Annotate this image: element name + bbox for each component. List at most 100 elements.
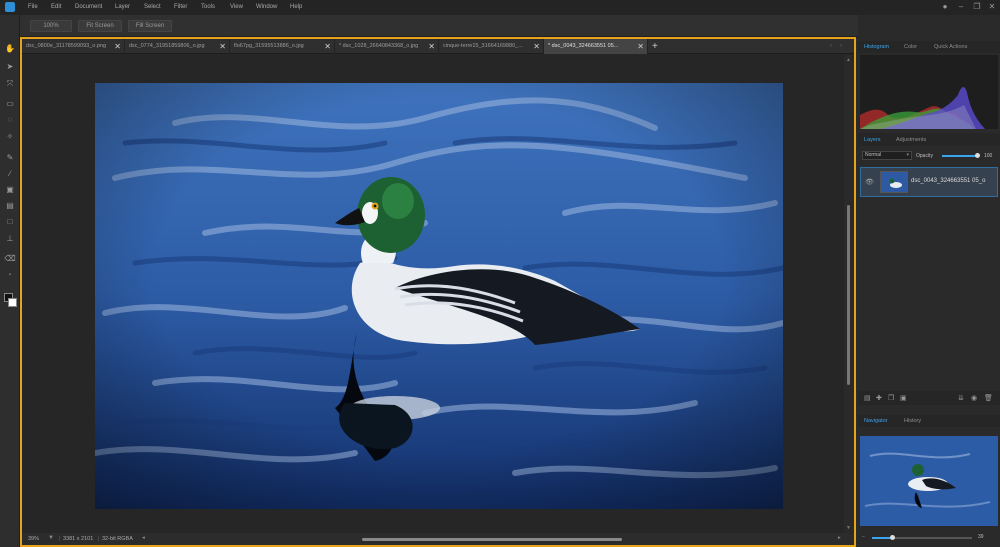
chevron-down-icon: ▾ xyxy=(906,152,909,158)
vertical-scroll-thumb[interactable] xyxy=(847,205,850,385)
opacity-slider[interactable] xyxy=(942,153,980,158)
navigator-zoom-slider[interactable] xyxy=(872,535,972,540)
menu-tools[interactable]: Tools xyxy=(201,4,215,10)
layer-name: dsc_0043_324663551 05_o xyxy=(911,178,986,184)
status-zoom[interactable]: 39% xyxy=(28,536,39,542)
tab-navigator[interactable]: Navigator xyxy=(864,415,888,427)
tab-color[interactable]: Color xyxy=(904,41,917,53)
close-tab-icon[interactable]: ✕ xyxy=(219,39,226,54)
histogram-chart xyxy=(860,55,998,129)
doc-tab[interactable]: * dsc_1028_26640843368_o.jpg ✕ xyxy=(335,39,439,54)
scroll-left-icon[interactable]: ◂ xyxy=(142,535,145,541)
menu-filter[interactable]: Filter xyxy=(174,4,187,10)
opacity-slider-fill xyxy=(942,155,978,157)
tab-history[interactable]: History xyxy=(904,415,921,427)
document-image[interactable] xyxy=(95,83,783,509)
histogram-graph xyxy=(860,86,985,129)
tools-panel: ✋ ➤ ⤧ ▭ ◌ ✧ ✎ ∕ ▣ ▤ □ ⊥ ⌫ ꞏ xyxy=(0,15,20,547)
fill-screen-button[interactable]: Fill Screen xyxy=(128,20,172,32)
layers-action-bar: ▤ ✚ ❐ ▣ ⇊ ◉ 🗑 xyxy=(858,391,1000,405)
restore-icon[interactable]: ❐ xyxy=(972,2,982,12)
scroll-up-icon[interactable]: ▲ xyxy=(846,57,851,63)
tab-quick-actions[interactable]: Quick Actions xyxy=(934,41,967,53)
canvas-area[interactable] xyxy=(22,55,844,533)
menu-file[interactable]: File xyxy=(28,4,38,10)
merge-icon[interactable]: ⇊ xyxy=(958,394,964,402)
new-group-icon[interactable]: ▤ xyxy=(864,394,871,402)
doc-tab[interactable]: dsc_0774_31951859806_o.jpg ✕ xyxy=(125,39,230,54)
doc-tab-label: dsc_0800e_31178599093_o.png xyxy=(26,43,107,49)
lock-icon[interactable]: ◉ xyxy=(971,394,977,402)
menu-edit[interactable]: Edit xyxy=(51,4,61,10)
app-logo-icon[interactable] xyxy=(5,2,15,12)
zoom-100-button[interactable]: 100% xyxy=(30,20,72,32)
hand-tool-icon[interactable]: ✋ xyxy=(4,43,16,55)
doc-tab-label: dsc_0774_31951859806_o.jpg xyxy=(129,43,205,49)
zoom-dropdown-icon[interactable]: ▼ xyxy=(48,535,54,541)
navigator-tabs: Navigator History xyxy=(858,415,1000,427)
opacity-slider-knob[interactable] xyxy=(975,153,980,158)
doc-tab-active[interactable]: * dsc_0043_324663551 05... ✕ xyxy=(544,39,648,54)
minimize-icon[interactable]: – xyxy=(956,2,966,12)
duplicate-layer-icon[interactable]: ❐ xyxy=(888,394,894,402)
zoom-out-icon[interactable]: – xyxy=(862,534,865,540)
close-tab-icon[interactable]: ✕ xyxy=(324,39,331,54)
layer-row[interactable]: 👁 dsc_0043_324663551 05_o xyxy=(860,167,998,197)
menu-select[interactable]: Select xyxy=(144,4,161,10)
close-tab-icon[interactable]: ✕ xyxy=(114,39,121,54)
transform-tool-icon[interactable]: ⤧ xyxy=(4,78,16,90)
scroll-right-icon[interactable]: ▸ xyxy=(838,535,841,541)
doc-tab[interactable]: flo67pg_31595513886_o.jpg ✕ xyxy=(230,39,335,54)
doc-tab-label: * dsc_0043_324663551 05... xyxy=(548,43,619,49)
right-panel: Histogram Color Quick Actions R G B L La… xyxy=(858,15,1000,547)
text-tool-icon[interactable]: ꞏ xyxy=(4,269,16,281)
account-icon[interactable]: ● xyxy=(940,2,950,12)
magic-wand-tool-icon[interactable]: ✧ xyxy=(4,131,16,143)
fit-screen-button[interactable]: Fit Screen xyxy=(78,20,122,32)
fill-tool-icon[interactable]: ▣ xyxy=(4,184,16,196)
marquee-tool-icon[interactable]: ▭ xyxy=(4,98,16,110)
close-window-icon[interactable]: ✕ xyxy=(987,2,997,12)
tab-scroll-left-icon[interactable]: ‹ xyxy=(830,39,832,54)
move-tool-icon[interactable]: ➤ xyxy=(4,61,16,73)
navigator-zoom-value[interactable]: 39 xyxy=(978,534,984,540)
shape-tool-icon[interactable]: □ xyxy=(4,216,16,228)
doc-tab[interactable]: dsc_0800e_31178599093_o.png ✕ xyxy=(22,39,125,54)
brush-tool-icon[interactable]: ∕ xyxy=(4,168,16,180)
clone-stamp-tool-icon[interactable]: ⊥ xyxy=(4,233,16,245)
doc-tab-label: * dsc_1028_26640843368_o.jpg xyxy=(339,43,419,49)
layer-mask-icon[interactable]: ▣ xyxy=(900,394,907,402)
tab-adjustments[interactable]: Adjustments xyxy=(896,134,926,146)
gradient-tool-icon[interactable]: ▤ xyxy=(4,200,16,212)
status-bar: 39% ▼ | 3381 x 2101 | 32-bit RGBA ◂ ▸ xyxy=(22,533,854,545)
menu-view[interactable]: View xyxy=(230,4,243,10)
eraser-tool-icon[interactable]: ⌫ xyxy=(4,253,16,265)
opacity-value[interactable]: 100 xyxy=(984,153,992,159)
tab-scroll-right-icon[interactable]: › xyxy=(840,39,842,54)
menu-document[interactable]: Document xyxy=(75,4,102,10)
background-color-swatch[interactable] xyxy=(8,298,17,307)
eyedropper-tool-icon[interactable]: ✎ xyxy=(4,152,16,164)
tab-layers[interactable]: Layers xyxy=(864,134,881,146)
vertical-scrollbar[interactable]: ▲ ▼ xyxy=(844,55,854,533)
navigator-zoom-knob[interactable] xyxy=(890,535,895,540)
scroll-down-icon[interactable]: ▼ xyxy=(846,525,851,531)
new-tab-icon[interactable]: + xyxy=(652,39,658,54)
eye-icon[interactable]: 👁 xyxy=(865,178,874,186)
layer-thumbnail xyxy=(880,171,908,193)
navigator-preview[interactable] xyxy=(860,436,998,526)
menu-window[interactable]: Window xyxy=(256,4,277,10)
delete-layer-icon[interactable]: 🗑 xyxy=(984,394,993,402)
close-tab-icon[interactable]: ✕ xyxy=(533,39,540,54)
close-tab-icon[interactable]: ✕ xyxy=(637,39,644,54)
lasso-tool-icon[interactable]: ◌ xyxy=(4,114,16,126)
tab-histogram[interactable]: Histogram xyxy=(864,41,889,53)
opacity-label: Opacity xyxy=(916,153,933,159)
doc-tab[interactable]: cinque-terre15_31664169880_... ✕ xyxy=(439,39,544,54)
blend-mode-select[interactable]: Normal ▾ xyxy=(862,151,912,160)
close-tab-icon[interactable]: ✕ xyxy=(428,39,435,54)
menu-layer[interactable]: Layer xyxy=(115,4,130,10)
menu-help[interactable]: Help xyxy=(290,4,302,10)
horizontal-scroll-thumb[interactable] xyxy=(362,538,622,541)
new-layer-icon[interactable]: ✚ xyxy=(876,394,882,402)
